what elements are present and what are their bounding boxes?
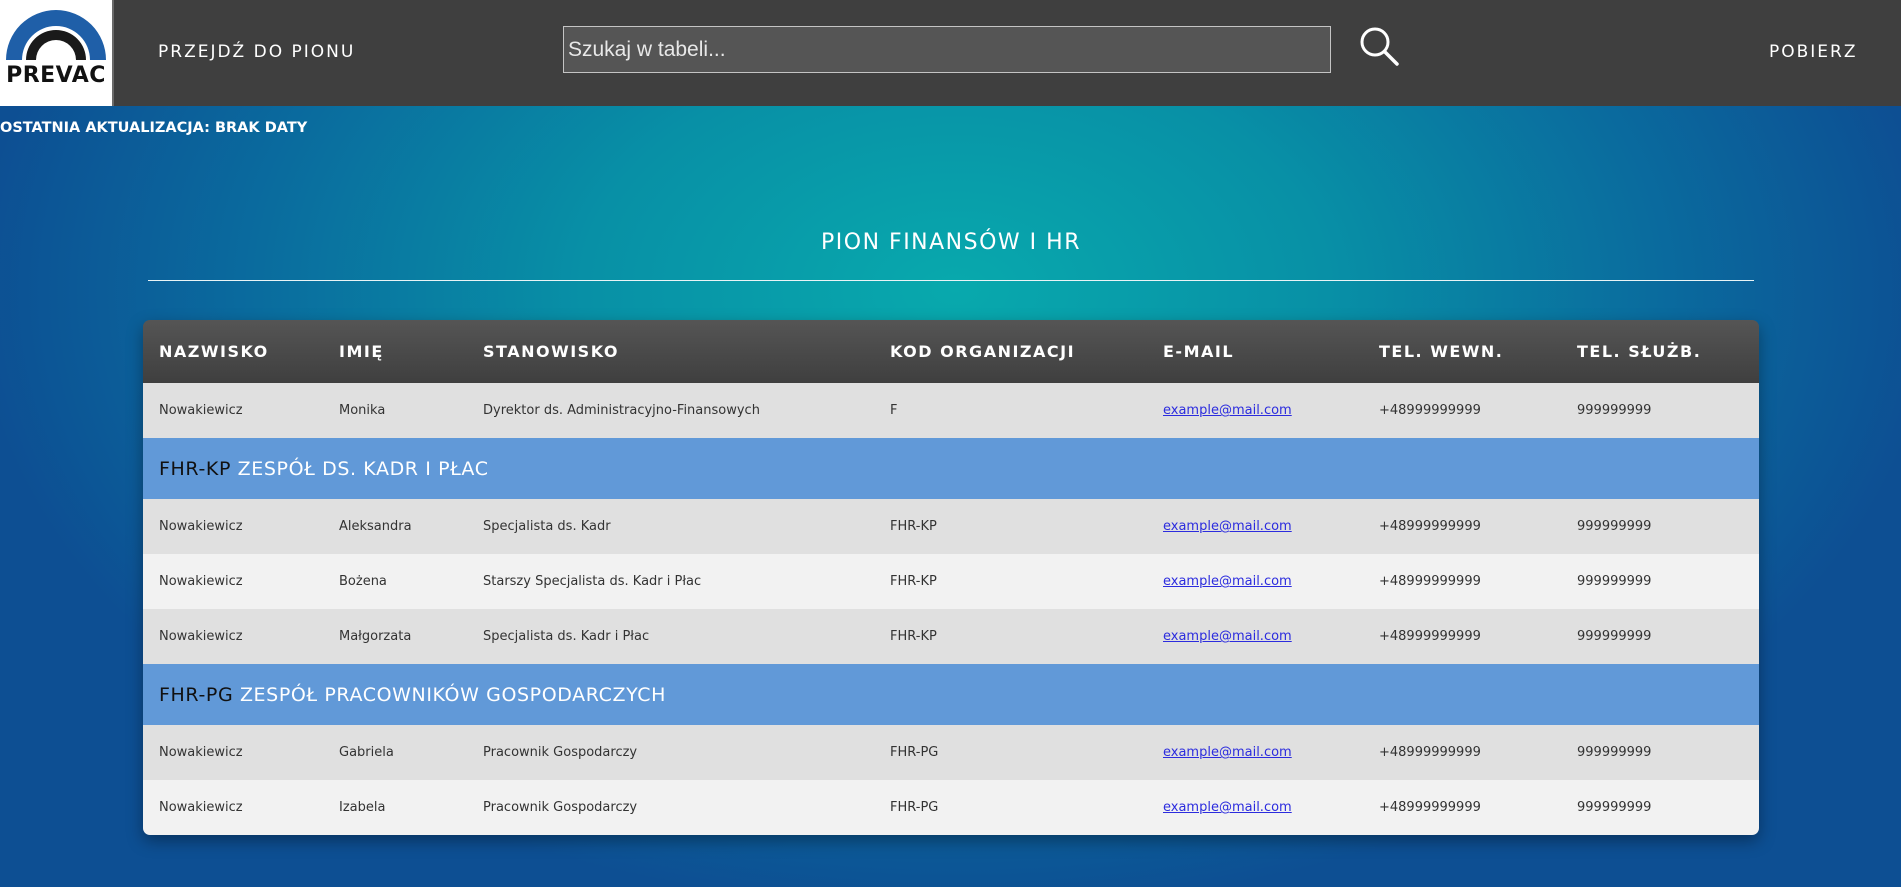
cell-org-code: FHR-PG (874, 725, 1147, 780)
cell-internal-phone: +48999999999 (1363, 499, 1561, 554)
cell-org-code: FHR-KP (874, 609, 1147, 664)
page-title: PION FINANSÓW I HR (821, 230, 1081, 255)
cell-office-phone: 999999999 (1561, 554, 1759, 609)
cell-org-code: F (874, 383, 1147, 438)
cell-internal-phone: +48999999999 (1363, 554, 1561, 609)
cell-position: Starszy Specjalista ds. Kadr i Płac (467, 554, 874, 609)
cell-position: Dyrektor ds. Administracyjno-Finansowych (467, 383, 874, 438)
last-update-text: OSTATNIA AKTUALIZACJA: BRAK DATY (0, 120, 308, 136)
cell-surname: Nowakiewicz (143, 499, 323, 554)
cell-position: Pracownik Gospodarczy (467, 725, 874, 780)
go-to-division-link[interactable]: PRZEJDŹ DO PIONU (158, 42, 355, 62)
cell-first-name: Monika (323, 383, 467, 438)
cell-email: example@mail.com (1147, 499, 1363, 554)
cell-email: example@mail.com (1147, 554, 1363, 609)
table-row: Nowakiewicz Małgorzata Specjalista ds. K… (143, 609, 1759, 664)
cell-email: example@mail.com (1147, 780, 1363, 835)
table-header-row: NAZWISKO IMIĘ STANOWISKO KOD ORGANIZACJI… (143, 320, 1759, 383)
prevac-logo[interactable]: PREVAC (0, 0, 114, 106)
table-row: Nowakiewicz Gabriela Pracownik Gospodarc… (143, 725, 1759, 780)
group-header-row: FHR-PG ZESPÓŁ PRACOWNIKÓW GOSPODARCZYCH (143, 664, 1759, 725)
email-link[interactable]: example@mail.com (1163, 403, 1292, 418)
column-header-first-name[interactable]: IMIĘ (323, 320, 467, 383)
group-code: FHR-KP (159, 457, 232, 480)
group-title: ZESPÓŁ PRACOWNIKÓW GOSPODARCZYCH (239, 683, 667, 706)
cell-org-code: FHR-PG (874, 780, 1147, 835)
column-header-org-code[interactable]: KOD ORGANIZACJI (874, 320, 1147, 383)
cell-office-phone: 999999999 (1561, 609, 1759, 664)
cell-email: example@mail.com (1147, 383, 1363, 438)
cell-internal-phone: +48999999999 (1363, 780, 1561, 835)
cell-surname: Nowakiewicz (143, 725, 323, 780)
cell-surname: Nowakiewicz (143, 609, 323, 664)
column-header-internal-phone[interactable]: TEL. WEWN. (1363, 320, 1561, 383)
cell-position: Specjalista ds. Kadr i Płac (467, 609, 874, 664)
logo-text: PREVAC (6, 63, 106, 88)
group-header-cell: FHR-PG ZESPÓŁ PRACOWNIKÓW GOSPODARCZYCH (143, 664, 1759, 725)
group-header-row: FHR-KP ZESPÓŁ DS. KADR I PŁAC (143, 438, 1759, 499)
table-row: Nowakiewicz Bożena Starszy Specjalista d… (143, 554, 1759, 609)
email-link[interactable]: example@mail.com (1163, 745, 1292, 760)
title-divider (148, 280, 1754, 281)
cell-first-name: Bożena (323, 554, 467, 609)
cell-internal-phone: +48999999999 (1363, 725, 1561, 780)
column-header-office-phone[interactable]: TEL. SŁUŻB. (1561, 320, 1759, 383)
table-row: Nowakiewicz Izabela Pracownik Gospodarcz… (143, 780, 1759, 835)
cell-internal-phone: +48999999999 (1363, 609, 1561, 664)
cell-internal-phone: +48999999999 (1363, 383, 1561, 438)
cell-first-name: Aleksandra (323, 499, 467, 554)
cell-first-name: Małgorzata (323, 609, 467, 664)
cell-surname: Nowakiewicz (143, 554, 323, 609)
column-header-surname[interactable]: NAZWISKO (143, 320, 323, 383)
cell-email: example@mail.com (1147, 725, 1363, 780)
search-input[interactable] (563, 26, 1331, 73)
cell-position: Specjalista ds. Kadr (467, 499, 874, 554)
search-icon[interactable] (1356, 22, 1404, 70)
employees-table-card: NAZWISKO IMIĘ STANOWISKO KOD ORGANIZACJI… (143, 320, 1759, 835)
cell-position: Pracownik Gospodarczy (467, 780, 874, 835)
cell-office-phone: 999999999 (1561, 725, 1759, 780)
cell-office-phone: 999999999 (1561, 383, 1759, 438)
group-header-cell: FHR-KP ZESPÓŁ DS. KADR I PŁAC (143, 438, 1759, 499)
logo-arch-icon (6, 10, 106, 60)
table-row: Nowakiewicz Aleksandra Specjalista ds. K… (143, 499, 1759, 554)
cell-first-name: Izabela (323, 780, 467, 835)
cell-surname: Nowakiewicz (143, 780, 323, 835)
email-link[interactable]: example@mail.com (1163, 574, 1292, 589)
cell-first-name: Gabriela (323, 725, 467, 780)
cell-org-code: FHR-KP (874, 499, 1147, 554)
employees-table: NAZWISKO IMIĘ STANOWISKO KOD ORGANIZACJI… (143, 320, 1759, 835)
group-code: FHR-PG (159, 683, 234, 706)
email-link[interactable]: example@mail.com (1163, 800, 1292, 815)
cell-surname: Nowakiewicz (143, 383, 323, 438)
email-link[interactable]: example@mail.com (1163, 629, 1292, 644)
email-link[interactable]: example@mail.com (1163, 519, 1292, 534)
column-header-email[interactable]: E-MAIL (1147, 320, 1363, 383)
group-title: ZESPÓŁ DS. KADR I PŁAC (237, 457, 489, 480)
cell-office-phone: 999999999 (1561, 499, 1759, 554)
column-header-position[interactable]: STANOWISKO (467, 320, 874, 383)
cell-email: example@mail.com (1147, 609, 1363, 664)
cell-org-code: FHR-KP (874, 554, 1147, 609)
table-row: Nowakiewicz Monika Dyrektor ds. Administ… (143, 383, 1759, 438)
download-button[interactable]: POBIERZ (1769, 42, 1858, 62)
cell-office-phone: 999999999 (1561, 780, 1759, 835)
top-navigation-bar: PREVAC PRZEJDŹ DO PIONU POBIERZ (0, 0, 1901, 106)
